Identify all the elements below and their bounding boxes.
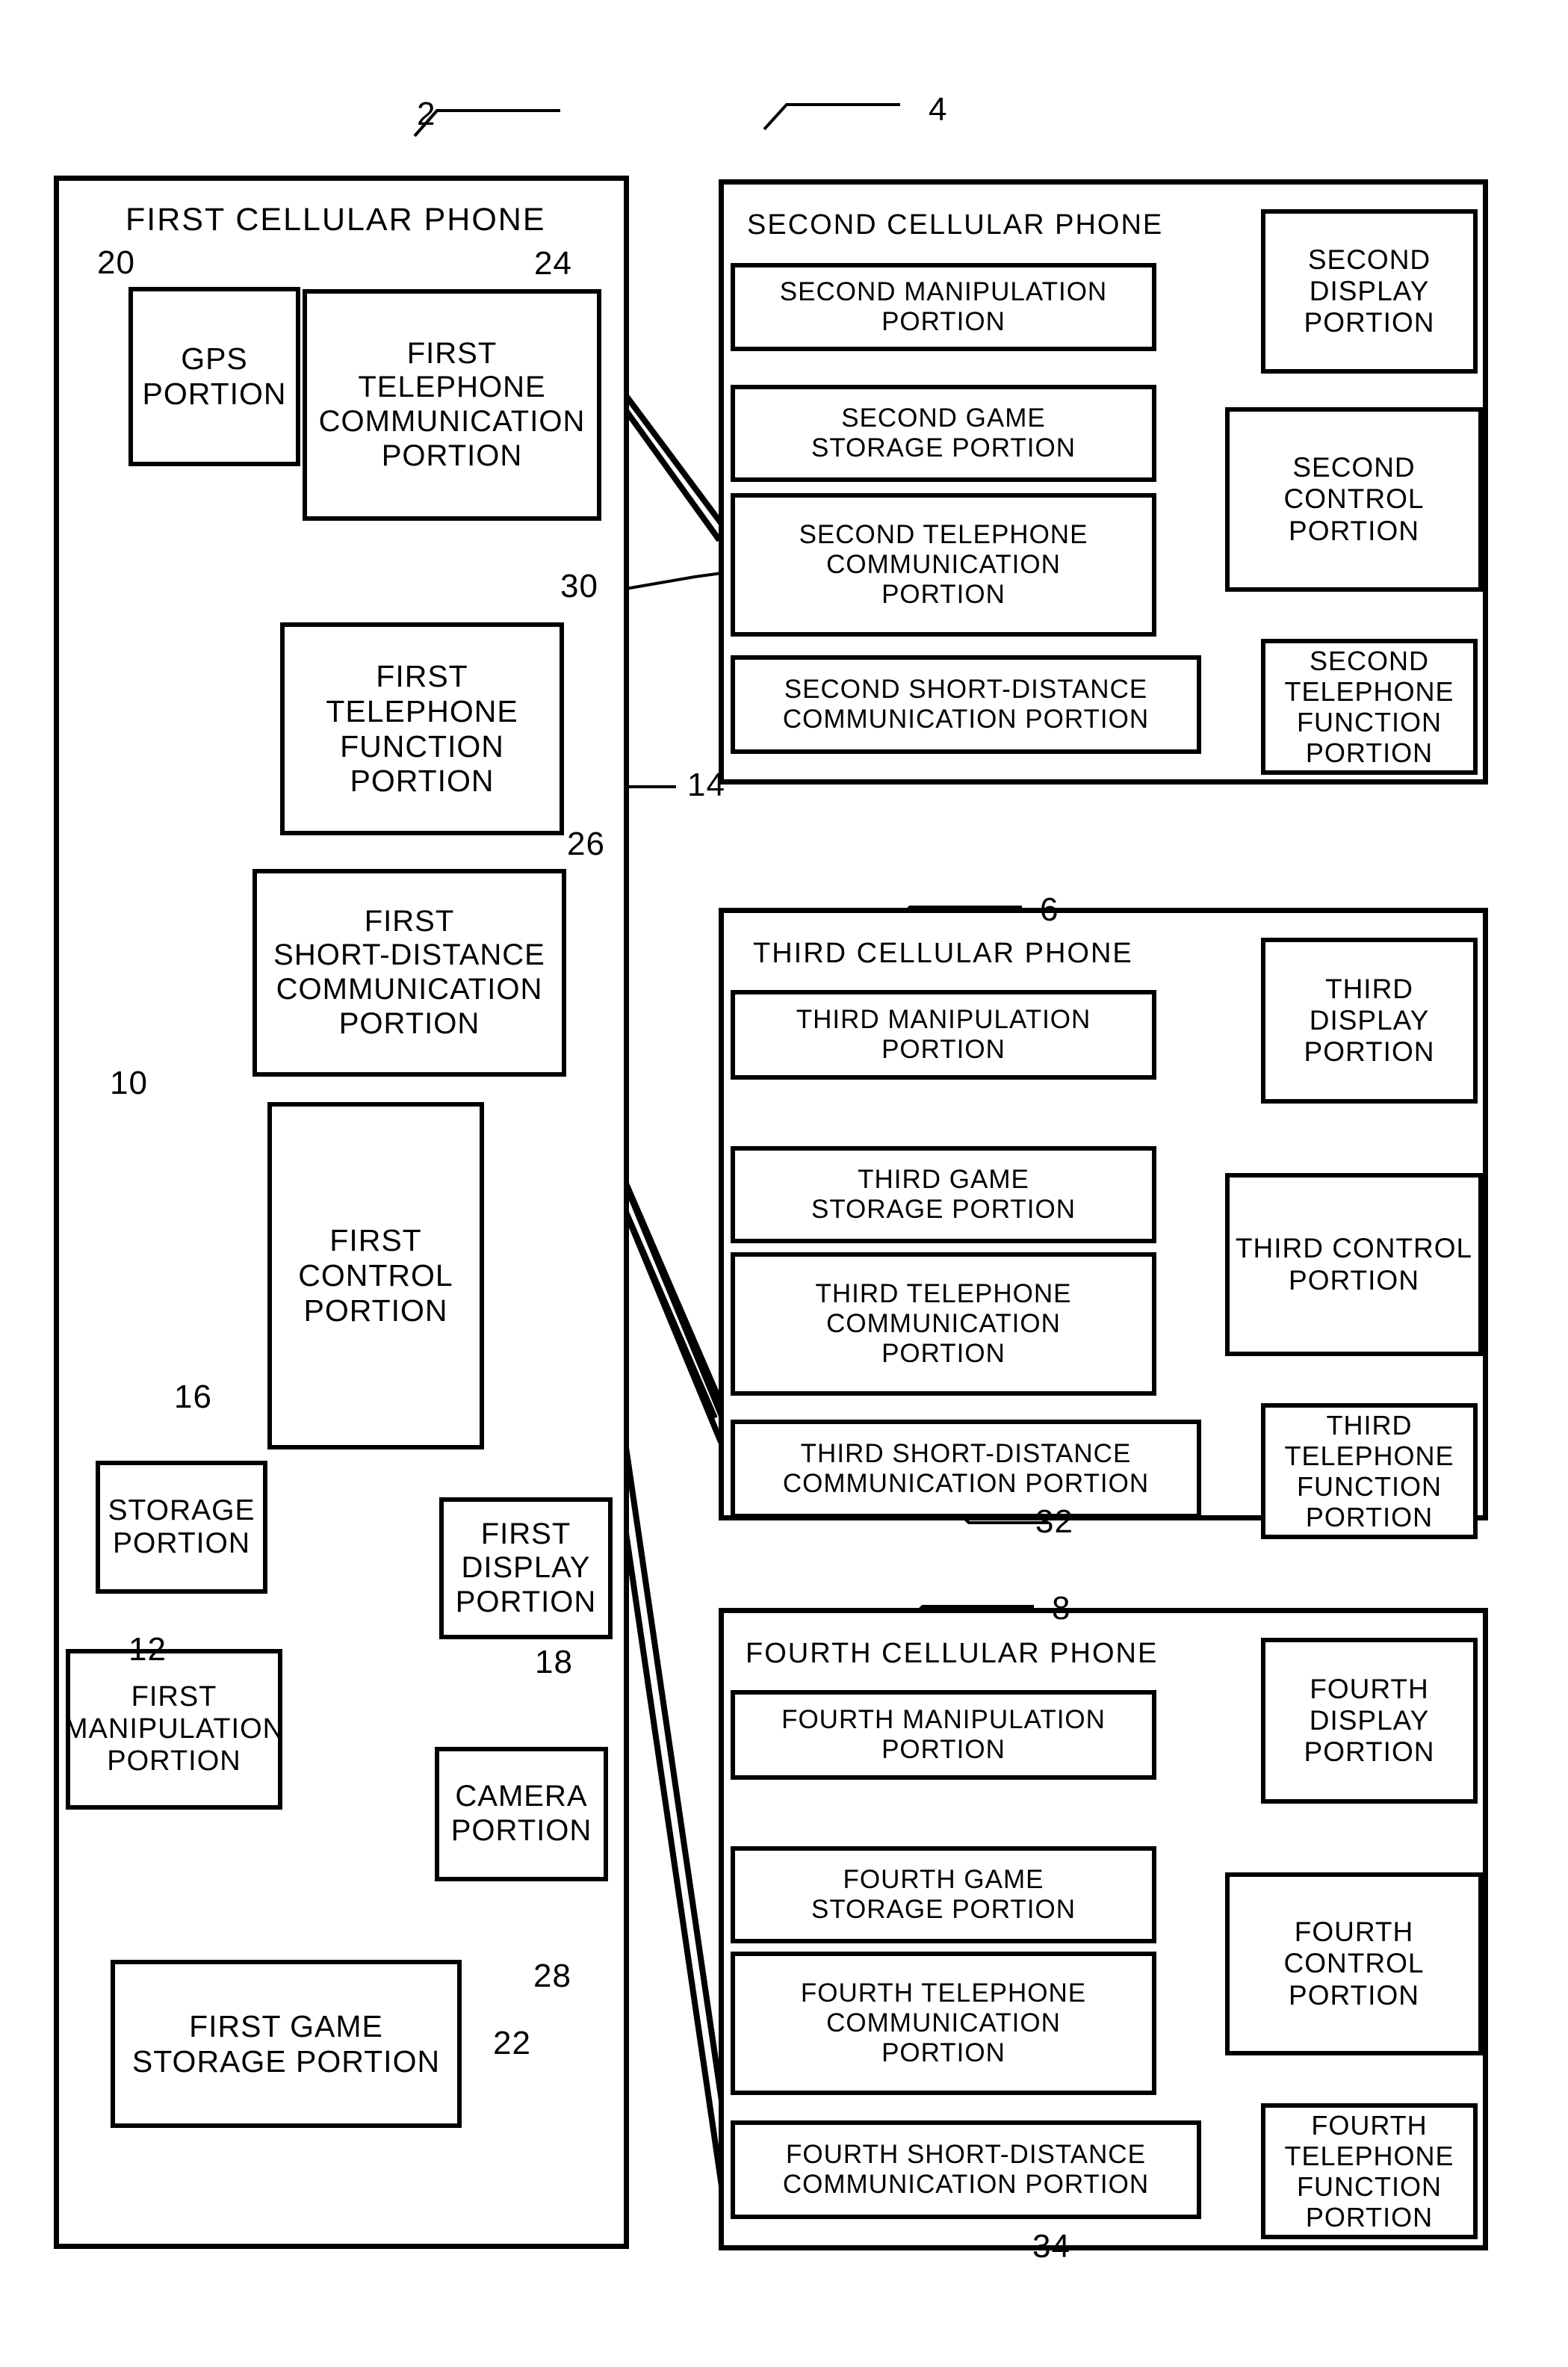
ref-numeral-24: 24 bbox=[534, 245, 572, 282]
ref-numeral-16: 16 bbox=[174, 1379, 212, 1415]
third-game-storage-portion[interactable]: THIRD GAME STORAGE PORTION bbox=[731, 1146, 1156, 1243]
fourth-manipulation-portion[interactable]: FOURTH MANIPULATION PORTION bbox=[731, 1690, 1156, 1780]
fourth-display-portion[interactable]: FOURTH DISPLAY PORTION bbox=[1261, 1638, 1478, 1804]
fourth-telephone-communication-portion[interactable]: FOURTH TELEPHONE COMMUNICATION PORTION bbox=[731, 1952, 1156, 2095]
ref-numeral-28: 28 bbox=[533, 1958, 571, 1994]
second-control-portion[interactable]: SECOND CONTROL PORTION bbox=[1225, 407, 1483, 592]
first-telephone-communication-portion[interactable]: FIRST TELEPHONE COMMUNICATION PORTION bbox=[303, 289, 601, 521]
first-telephone-function-portion[interactable]: FIRST TELEPHONE FUNCTION PORTION bbox=[280, 622, 564, 835]
fourth-game-storage-portion[interactable]: FOURTH GAME STORAGE PORTION bbox=[731, 1846, 1156, 1943]
third-telephone-communication-portion[interactable]: THIRD TELEPHONE COMMUNICATION PORTION bbox=[731, 1252, 1156, 1396]
first-game-storage-portion[interactable]: FIRST GAME STORAGE PORTION bbox=[111, 1960, 462, 2128]
gps-portion[interactable]: GPS PORTION bbox=[128, 287, 300, 466]
first-control-portion[interactable]: FIRST CONTROL PORTION bbox=[267, 1102, 484, 1449]
second-telephone-communication-portion[interactable]: SECOND TELEPHONE COMMUNICATION PORTION bbox=[731, 493, 1156, 637]
third-display-portion[interactable]: THIRD DISPLAY PORTION bbox=[1261, 938, 1478, 1104]
first-cellular-phone-title: FIRST CELLULAR PHONE bbox=[125, 202, 546, 238]
second-game-storage-portion[interactable]: SECOND GAME STORAGE PORTION bbox=[731, 385, 1156, 482]
storage-portion[interactable]: STORAGE PORTION bbox=[96, 1461, 267, 1594]
ref-numeral-32: 32 bbox=[1035, 1503, 1073, 1540]
second-manipulation-portion[interactable]: SECOND MANIPULATION PORTION bbox=[731, 263, 1156, 351]
third-telephone-function-portion[interactable]: THIRD TELEPHONE FUNCTION PORTION bbox=[1261, 1403, 1478, 1539]
ref-numeral-20: 20 bbox=[97, 244, 135, 281]
ref-numeral-34: 34 bbox=[1032, 2228, 1070, 2265]
third-control-portion[interactable]: THIRD CONTROL PORTION bbox=[1225, 1173, 1483, 1356]
first-display-portion[interactable]: FIRST DISPLAY PORTION bbox=[439, 1497, 613, 1639]
second-telephone-function-portion[interactable]: SECOND TELEPHONE FUNCTION PORTION bbox=[1261, 639, 1478, 775]
third-cellular-phone-title: THIRD CELLULAR PHONE bbox=[753, 938, 1133, 969]
fourth-short-distance-communication-portion[interactable]: FOURTH SHORT-DISTANCE COMMUNICATION PORT… bbox=[731, 2120, 1201, 2219]
ref-numeral-30: 30 bbox=[560, 568, 598, 604]
camera-portion[interactable]: CAMERA PORTION bbox=[435, 1747, 608, 1881]
ref-numeral-8: 8 bbox=[1052, 1590, 1071, 1627]
third-short-distance-communication-portion[interactable]: THIRD SHORT-DISTANCE COMMUNICATION PORTI… bbox=[731, 1420, 1201, 1518]
ref-numeral-4: 4 bbox=[929, 91, 948, 128]
ref-numeral-18: 18 bbox=[535, 1644, 573, 1680]
fourth-control-portion[interactable]: FOURTH CONTROL PORTION bbox=[1225, 1872, 1483, 2055]
fourth-cellular-phone-title: FOURTH CELLULAR PHONE bbox=[746, 1638, 1159, 1669]
ref-numeral-26: 26 bbox=[567, 826, 605, 862]
ref-numeral-14: 14 bbox=[687, 767, 725, 803]
second-display-portion[interactable]: SECOND DISPLAY PORTION bbox=[1261, 209, 1478, 374]
first-manipulation-portion[interactable]: FIRST MANIPULATION PORTION bbox=[64, 1649, 283, 1810]
ref-numeral-6: 6 bbox=[1040, 891, 1059, 928]
ref-numeral-10: 10 bbox=[110, 1065, 148, 1101]
second-cellular-phone-title: SECOND CELLULAR PHONE bbox=[747, 209, 1164, 241]
ref-numeral-12: 12 bbox=[128, 1631, 167, 1668]
third-manipulation-portion[interactable]: THIRD MANIPULATION PORTION bbox=[731, 990, 1156, 1080]
first-short-distance-communication-portion[interactable]: FIRST SHORT-DISTANCE COMMUNICATION PORTI… bbox=[252, 869, 566, 1077]
ref-numeral-2: 2 bbox=[417, 96, 436, 132]
fourth-telephone-function-portion[interactable]: FOURTH TELEPHONE FUNCTION PORTION bbox=[1261, 2103, 1478, 2239]
ref-numeral-22: 22 bbox=[493, 2025, 531, 2061]
patent-figure: FIRST CELLULAR PHONE GPS PORTION FIRST T… bbox=[0, 0, 1568, 2367]
second-short-distance-communication-portion[interactable]: SECOND SHORT-DISTANCE COMMUNICATION PORT… bbox=[731, 655, 1201, 754]
